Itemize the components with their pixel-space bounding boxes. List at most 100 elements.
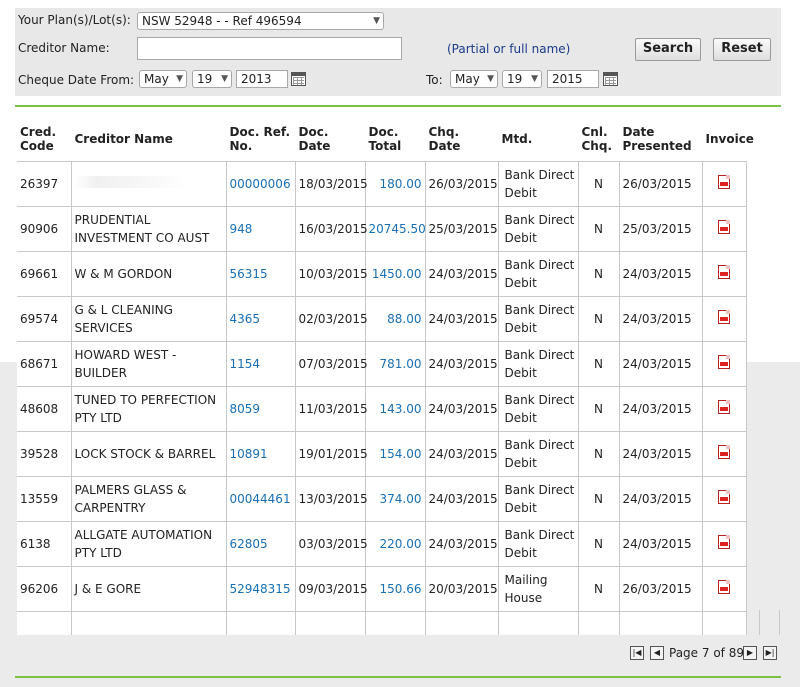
cell-invoice[interactable] (702, 161, 747, 207)
cell-doc-ref[interactable]: 8059 (226, 386, 296, 432)
doc-ref-link[interactable]: 52948315 (230, 582, 291, 596)
col-creditor-name[interactable]: Creditor Name (71, 117, 227, 162)
chevron-down-icon: ▼ (373, 16, 380, 26)
cell-invoice[interactable] (702, 521, 747, 567)
col-chq-date[interactable]: Chq. Date (425, 117, 499, 162)
doc-total-link[interactable]: 154.00 (380, 447, 422, 461)
cell-doc-date: 18/03/2015 (295, 161, 368, 207)
cell-doc-ref[interactable]: 00000006 (226, 161, 296, 207)
doc-total-link[interactable]: 180.00 (380, 177, 422, 191)
cell-doc-total[interactable]: 1450.00 (365, 251, 426, 297)
doc-total-link[interactable]: 781.00 (380, 357, 422, 371)
from-day-select[interactable]: 19 ▼ (192, 70, 232, 88)
cell-doc-ref[interactable]: 4365 (226, 296, 296, 342)
first-page-icon[interactable]: |◀ (630, 646, 644, 660)
pdf-icon[interactable] (718, 219, 730, 234)
reset-button[interactable]: Reset (713, 38, 771, 61)
cell-doc-ref[interactable]: 10891 (226, 431, 296, 477)
divider-bottom (15, 676, 781, 678)
col-doc-total[interactable]: Doc. Total (365, 117, 426, 162)
col-cred-code[interactable]: Cred. Code (17, 117, 72, 162)
to-year-input[interactable]: 2015 (547, 70, 599, 88)
cell-doc-total[interactable]: 154.00 (365, 431, 426, 477)
table-header-row: Cred. Code Creditor Name Doc. Ref. No. Doc… (17, 117, 754, 162)
cell-doc-ref[interactable]: 00044461 (226, 476, 296, 522)
cell-invoice[interactable] (702, 566, 747, 612)
col-doc-ref[interactable]: Doc. Ref. No. (226, 117, 296, 162)
pdf-icon[interactable] (718, 174, 730, 189)
prev-page-icon[interactable]: ◀ (650, 646, 664, 660)
cell-creditor-name: W & M GORDON (71, 251, 227, 297)
creditor-name-text: PRUDENTIAL INVESTMENT CO AUST (74, 213, 210, 245)
calendar-icon[interactable] (603, 72, 618, 86)
last-page-icon[interactable]: ▶| (763, 646, 777, 660)
doc-ref-link[interactable]: 8059 (230, 402, 261, 416)
doc-total-link[interactable]: 143.00 (380, 402, 422, 416)
empty-row-divider (71, 610, 72, 635)
doc-ref-link[interactable]: 4365 (230, 312, 261, 326)
pdf-icon[interactable] (718, 399, 730, 414)
cell-chq-date: 25/03/2015 (425, 206, 499, 252)
cell-doc-total[interactable]: 143.00 (365, 386, 426, 432)
cell-invoice[interactable] (702, 296, 747, 342)
doc-total-link[interactable]: 220.00 (380, 537, 422, 551)
cell-invoice[interactable] (702, 431, 747, 477)
col-invoice: Invoice (702, 117, 754, 162)
cell-doc-ref[interactable]: 62805 (226, 521, 296, 567)
doc-ref-link[interactable]: 62805 (230, 537, 268, 551)
cell-creditor-name: TUNED TO PERFECTION PTY LTD (71, 386, 227, 432)
calendar-icon[interactable] (291, 72, 306, 86)
cell-doc-total[interactable]: 180.00 (365, 161, 426, 207)
next-page-icon[interactable]: ▶ (743, 646, 757, 660)
doc-ref-link[interactable]: 56315 (230, 267, 268, 281)
cell-cred-code: 96206 (17, 566, 72, 612)
cell-doc-ref[interactable]: 56315 (226, 251, 296, 297)
pdf-fold (726, 399, 730, 404)
cell-doc-total[interactable]: 150.66 (365, 566, 426, 612)
col-date-presented[interactable]: Date Presented (619, 117, 703, 162)
col-doc-ref-line2: No. (229, 139, 253, 153)
doc-total-link[interactable]: 88.00 (387, 312, 421, 326)
col-cnl-chq[interactable]: Cnl. Chq. (578, 117, 620, 162)
doc-total-link[interactable]: 150.66 (380, 582, 422, 596)
col-mtd[interactable]: Mtd. (498, 117, 579, 162)
pdf-icon[interactable] (718, 309, 730, 324)
plan-select[interactable]: NSW 52948 - - Ref 496594 ▼ (137, 12, 384, 30)
creditor-name-input[interactable] (137, 37, 402, 60)
search-button[interactable]: Search (635, 38, 701, 61)
cell-doc-ref[interactable]: 948 (226, 206, 296, 252)
doc-ref-link[interactable]: 10891 (230, 447, 268, 461)
cell-invoice[interactable] (702, 251, 747, 297)
doc-ref-link[interactable]: 948 (230, 222, 253, 236)
to-month-select[interactable]: May ▼ (450, 70, 498, 88)
cell-doc-ref[interactable]: 52948315 (226, 566, 296, 612)
doc-total-link[interactable]: 1450.00 (372, 267, 422, 281)
pdf-icon[interactable] (718, 534, 730, 549)
from-year-input[interactable]: 2013 (236, 70, 288, 88)
pdf-icon[interactable] (718, 354, 730, 369)
cell-doc-total[interactable]: 781.00 (365, 341, 426, 387)
doc-ref-link[interactable]: 1154 (230, 357, 261, 371)
pdf-icon[interactable] (718, 579, 730, 594)
doc-ref-link[interactable]: 00000006 (230, 177, 291, 191)
cell-doc-ref[interactable]: 1154 (226, 341, 296, 387)
col-doc-date[interactable]: Doc. Date (295, 117, 366, 162)
cell-invoice[interactable] (702, 341, 747, 387)
cell-invoice[interactable] (702, 206, 747, 252)
doc-total-link[interactable]: 374.00 (380, 492, 422, 506)
cell-invoice[interactable] (702, 386, 747, 432)
pdf-icon[interactable] (718, 444, 730, 459)
doc-ref-link[interactable]: 00044461 (230, 492, 291, 506)
pdf-icon[interactable] (718, 264, 730, 279)
doc-total-link[interactable]: 20745.50 (369, 222, 426, 236)
cell-invoice[interactable] (702, 476, 747, 522)
from-month-select[interactable]: May ▼ (139, 70, 187, 88)
cell-doc-total[interactable]: 20745.50 (365, 206, 426, 252)
cell-cred-code: 26397 (17, 161, 72, 207)
cell-cnl-chq: N (578, 431, 620, 477)
cell-doc-total[interactable]: 374.00 (365, 476, 426, 522)
to-day-select[interactable]: 19 ▼ (502, 70, 542, 88)
cell-doc-total[interactable]: 220.00 (365, 521, 426, 567)
cell-doc-total[interactable]: 88.00 (365, 296, 426, 342)
pdf-icon[interactable] (718, 489, 730, 504)
